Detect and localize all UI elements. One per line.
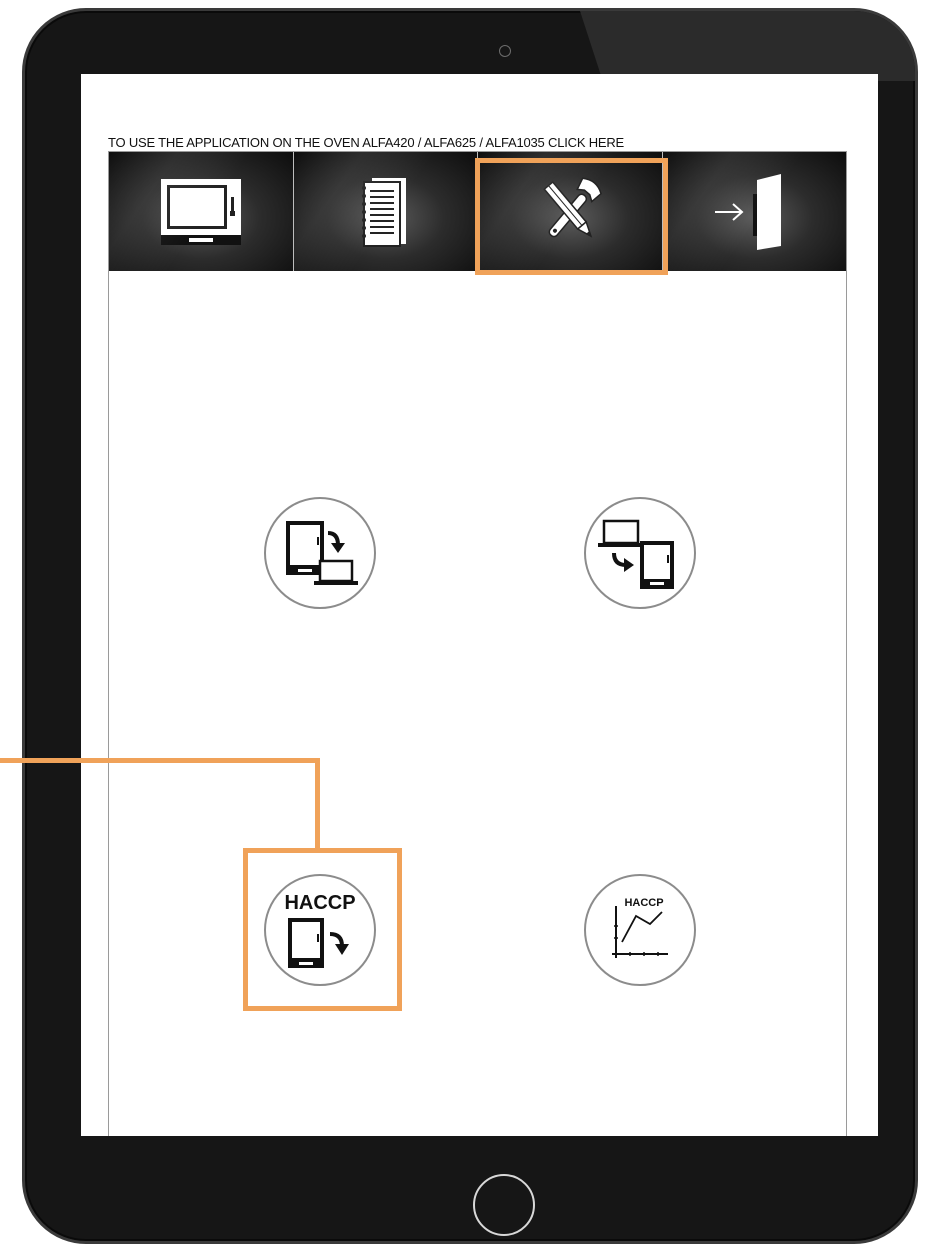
app-frame: HACCP HACCP — [108, 151, 847, 1136]
screen: TO USE THE APPLICATION ON THE OVEN ALFA4… — [81, 74, 878, 1136]
oven-app-link[interactable]: TO USE THE APPLICATION ON THE OVEN ALFA4… — [108, 135, 624, 150]
haccp-chart-label: HACCP — [624, 897, 663, 909]
tablet-to-laptop-icon — [286, 521, 358, 585]
callout-line-vertical — [315, 758, 320, 852]
frame-sheen — [580, 11, 915, 81]
notebook-icon — [362, 177, 407, 247]
haccp-download-label: HACCP — [284, 892, 355, 914]
haccp-chart-icon: HACCP — [612, 897, 668, 958]
tab-oven[interactable] — [109, 152, 294, 271]
import-from-computer-button[interactable] — [584, 497, 696, 609]
toolbar — [109, 152, 846, 271]
tools-icon — [543, 176, 602, 238]
camera-icon — [499, 45, 511, 57]
haccp-download-icon: HACCP — [284, 892, 356, 968]
callout-line-horizontal — [0, 758, 320, 763]
tab-recipes[interactable] — [293, 152, 478, 271]
home-button[interactable] — [473, 1174, 535, 1236]
haccp-download-button[interactable]: HACCP — [264, 874, 376, 986]
export-to-computer-button[interactable] — [264, 497, 376, 609]
tab-settings[interactable] — [478, 152, 663, 271]
oven-icon — [160, 178, 241, 245]
haccp-chart-button[interactable]: HACCP — [584, 874, 696, 986]
tab-exit[interactable] — [662, 152, 846, 271]
laptop-to-tablet-icon — [598, 519, 674, 589]
exit-door-icon — [715, 173, 782, 250]
